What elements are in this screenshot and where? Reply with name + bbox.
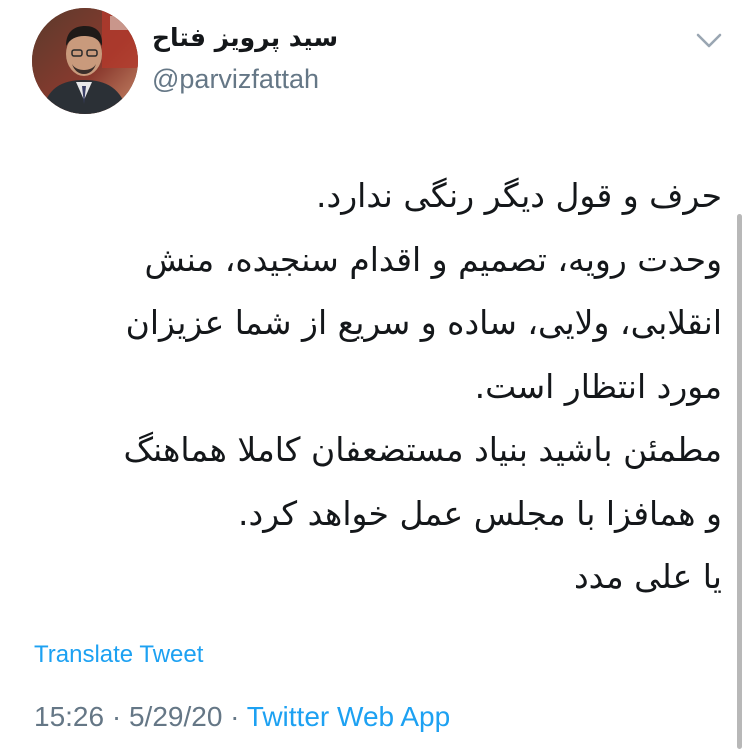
tweet-line: حرف و قول دیگر رنگی ندارد.: [316, 176, 722, 215]
tweet-meta: 15:26 · 5/29/20 · Twitter Web App: [34, 697, 450, 737]
user-handle[interactable]: @parvizfattah: [152, 62, 319, 96]
tweet-line: و همافزا با مجلس عمل خواهد کرد.: [238, 493, 722, 533]
tweet-line: یا علی مدد: [573, 557, 722, 596]
tweet-text: حرف و قول دیگر رنگی ندارد. وحدت رویه، تص…: [28, 164, 722, 609]
source-app-link[interactable]: Twitter Web App: [247, 701, 450, 732]
tweet-line: مورد انتظار است.: [474, 366, 722, 406]
avatar-image: [32, 8, 138, 114]
meta-separator: ·: [230, 701, 240, 732]
tweet-time[interactable]: 15:26: [34, 701, 104, 732]
tweet-line: مطمئن باشید بنیاد مستضعفان کاملا هماهنگ: [123, 430, 722, 469]
tweet-date[interactable]: 5/29/20: [129, 701, 222, 732]
tweet-card: سید پرویز فتاح @parvizfattah حرف و قول د…: [0, 0, 744, 749]
meta-separator: ·: [111, 701, 122, 732]
avatar[interactable]: [32, 8, 138, 114]
tweet-line: وحدت رویه، تصمیم و اقدام سنجیده، منش: [144, 239, 723, 279]
scrollbar[interactable]: [737, 214, 742, 749]
display-name[interactable]: سید پرویز فتاح: [152, 18, 352, 58]
tweet-line: انقلابی، ولایی، ساده و سریع از شما عزیزا…: [125, 303, 722, 342]
chevron-down-icon[interactable]: [692, 26, 726, 54]
translate-tweet-link[interactable]: Translate Tweet: [34, 638, 203, 672]
